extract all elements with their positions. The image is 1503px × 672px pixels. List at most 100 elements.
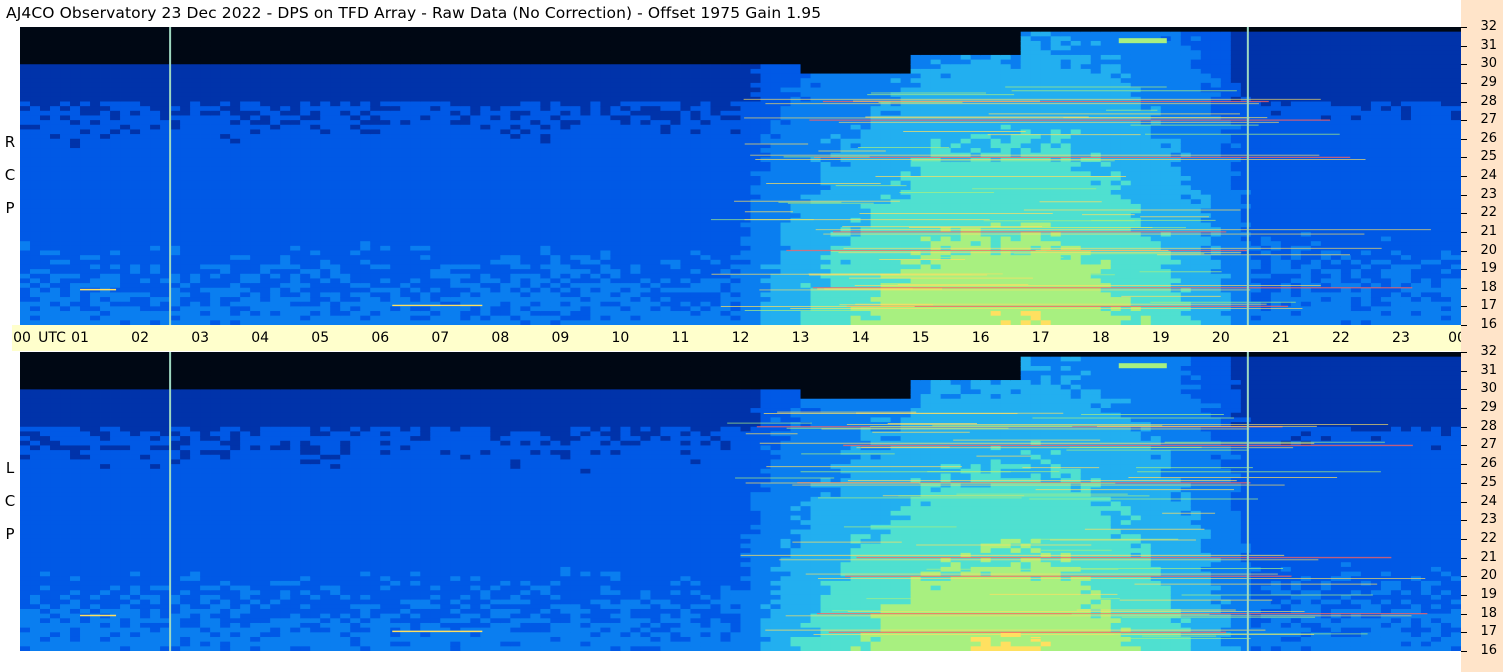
utc-tick-label: 12 — [731, 330, 750, 346]
mhz-tick-mark — [1461, 231, 1467, 233]
utc-tick-label: 17 — [1031, 330, 1050, 346]
mhz-tick-label: 18 — [1480, 279, 1497, 295]
utc-tick-label: 15 — [911, 330, 930, 346]
rcp-letter-c: C — [4, 166, 16, 184]
mhz-tick-label: 26 — [1480, 130, 1497, 146]
spectrogram-svg — [20, 352, 1461, 651]
mhz-tick-label: 27 — [1480, 437, 1497, 453]
utc-tick-label: 10 — [611, 330, 630, 346]
mhz-tick-label: 19 — [1480, 261, 1497, 277]
utc-tick-label: 14 — [851, 330, 870, 346]
mhz-tick-mark — [1461, 520, 1467, 522]
mhz-frequency-axis: 32 31 30 29 28 27 26 25 24 23 22 21 20 19 18 17 16 32 31 30… — [1461, 0, 1503, 672]
lcp-letter-p: P — [5, 525, 15, 543]
mhz-tick-mark — [1461, 306, 1467, 308]
lcp-spectrogram — [20, 352, 1461, 651]
mhz-tick-mark — [1461, 194, 1467, 196]
mhz-tick-label: 25 — [1480, 474, 1497, 490]
mhz-tick-label: 23 — [1480, 186, 1497, 202]
mhz-tick-label: 19 — [1480, 586, 1497, 602]
mhz-tick-label: 21 — [1480, 223, 1497, 239]
utc-tick-label: 07 — [431, 330, 450, 346]
mhz-tick-mark — [1461, 45, 1467, 47]
mhz-tick-label: 17 — [1480, 298, 1497, 314]
mhz-tick-mark — [1461, 389, 1467, 391]
utc-tick-label: 13 — [791, 330, 810, 346]
utc-tick-label: 16 — [971, 330, 990, 346]
utc-time-axis: 00 01 02 03 04 05 06 07 08 09 10 11 12 13 14 15 16 17 18 19… — [12, 325, 1494, 351]
lcp-letter-l: L — [5, 459, 15, 477]
rcp-spectrogram — [20, 27, 1461, 325]
mhz-tick-label: 20 — [1480, 242, 1497, 258]
mhz-tick-mark — [1461, 426, 1467, 428]
mhz-tick-label: 28 — [1480, 93, 1497, 109]
mhz-tick-label: 32 — [1480, 19, 1497, 34]
mhz-tick-mark — [1461, 287, 1467, 289]
utc-tick-label: 03 — [191, 330, 210, 346]
mhz-tick-label: 20 — [1480, 568, 1497, 584]
chart-title: AJ4CO Observatory 23 Dec 2022 - DPS on T… — [6, 4, 822, 22]
utc-tick-label: 08 — [491, 330, 510, 346]
rcp-label: R C P — [0, 126, 20, 225]
lcp-letter-c: C — [4, 492, 16, 510]
spectrogram-cells — [20, 27, 1461, 325]
utc-tick-label: 20 — [1211, 330, 1230, 346]
mhz-tick-mark — [1461, 27, 1467, 28]
mhz-tick-mark — [1461, 557, 1467, 559]
mhz-tick-mark — [1461, 464, 1467, 466]
mhz-tick-label: 31 — [1480, 37, 1497, 53]
mhz-tick-mark — [1461, 651, 1467, 652]
utc-tick-label: 02 — [131, 330, 149, 346]
mhz-tick-mark — [1461, 82, 1467, 84]
mhz-tick-mark — [1461, 576, 1467, 578]
mhz-tick-mark — [1461, 213, 1467, 215]
spectrogram-cells — [20, 352, 1461, 651]
mhz-tick-label: 29 — [1480, 74, 1497, 90]
utc-tick-label: 21 — [1271, 330, 1290, 346]
mhz-tick-mark — [1461, 632, 1467, 634]
mhz-tick-label: 22 — [1480, 530, 1497, 546]
mhz-tick-mark — [1461, 370, 1467, 372]
utc-tick-label: 19 — [1151, 330, 1170, 346]
bright-emission-blob — [1118, 38, 1167, 44]
mhz-tick-mark — [1461, 64, 1467, 66]
mhz-tick-label: 26 — [1480, 456, 1497, 472]
mhz-tick-label: 16 — [1480, 317, 1497, 332]
utc-tick-label: 09 — [551, 330, 570, 346]
spectrogram-svg — [20, 27, 1461, 325]
mhz-tick-mark — [1461, 120, 1467, 122]
utc-tick-label: 18 — [1091, 330, 1110, 346]
mhz-tick-label: 31 — [1480, 362, 1497, 378]
mhz-tick-label: 24 — [1480, 493, 1497, 509]
mhz-tick-mark — [1461, 250, 1467, 252]
utc-tick-label: 01 — [71, 330, 89, 346]
mhz-tick-mark — [1461, 482, 1467, 484]
mhz-tick-mark — [1461, 408, 1467, 410]
mhz-tick-label: 28 — [1480, 418, 1497, 434]
mhz-tick-label: 16 — [1480, 643, 1497, 658]
mhz-tick-label: 17 — [1480, 624, 1497, 640]
lcp-label: L C P — [0, 452, 20, 551]
mhz-tick-mark — [1461, 445, 1467, 447]
mhz-tick-mark — [1461, 613, 1467, 615]
mhz-tick-mark — [1461, 269, 1467, 271]
mhz-tick-label: 30 — [1480, 56, 1497, 72]
utc-tick-label: 23 — [1392, 330, 1410, 346]
mhz-tick-label: 27 — [1480, 112, 1497, 128]
mhz-tick-mark — [1461, 176, 1467, 177]
mhz-tick-label: 29 — [1480, 400, 1497, 416]
mhz-tick-label: 23 — [1480, 512, 1497, 528]
mhz-tick-label: 22 — [1480, 205, 1497, 221]
utc-tick-label: 04 — [251, 330, 270, 346]
utc-tick-label: 00 — [13, 330, 31, 346]
utc-unit-label: UTC — [38, 330, 66, 346]
utc-tick-label: 22 — [1331, 330, 1350, 346]
mhz-tick-mark — [1461, 157, 1467, 159]
mhz-tick-mark — [1461, 538, 1467, 540]
mhz-tick-mark — [1461, 138, 1467, 140]
mhz-tick-label: 21 — [1480, 549, 1497, 565]
mhz-tick-label: 25 — [1480, 149, 1497, 165]
mhz-tick-mark — [1461, 594, 1467, 596]
mhz-tick-label: 18 — [1480, 605, 1497, 621]
mhz-tick-mark — [1461, 101, 1467, 103]
